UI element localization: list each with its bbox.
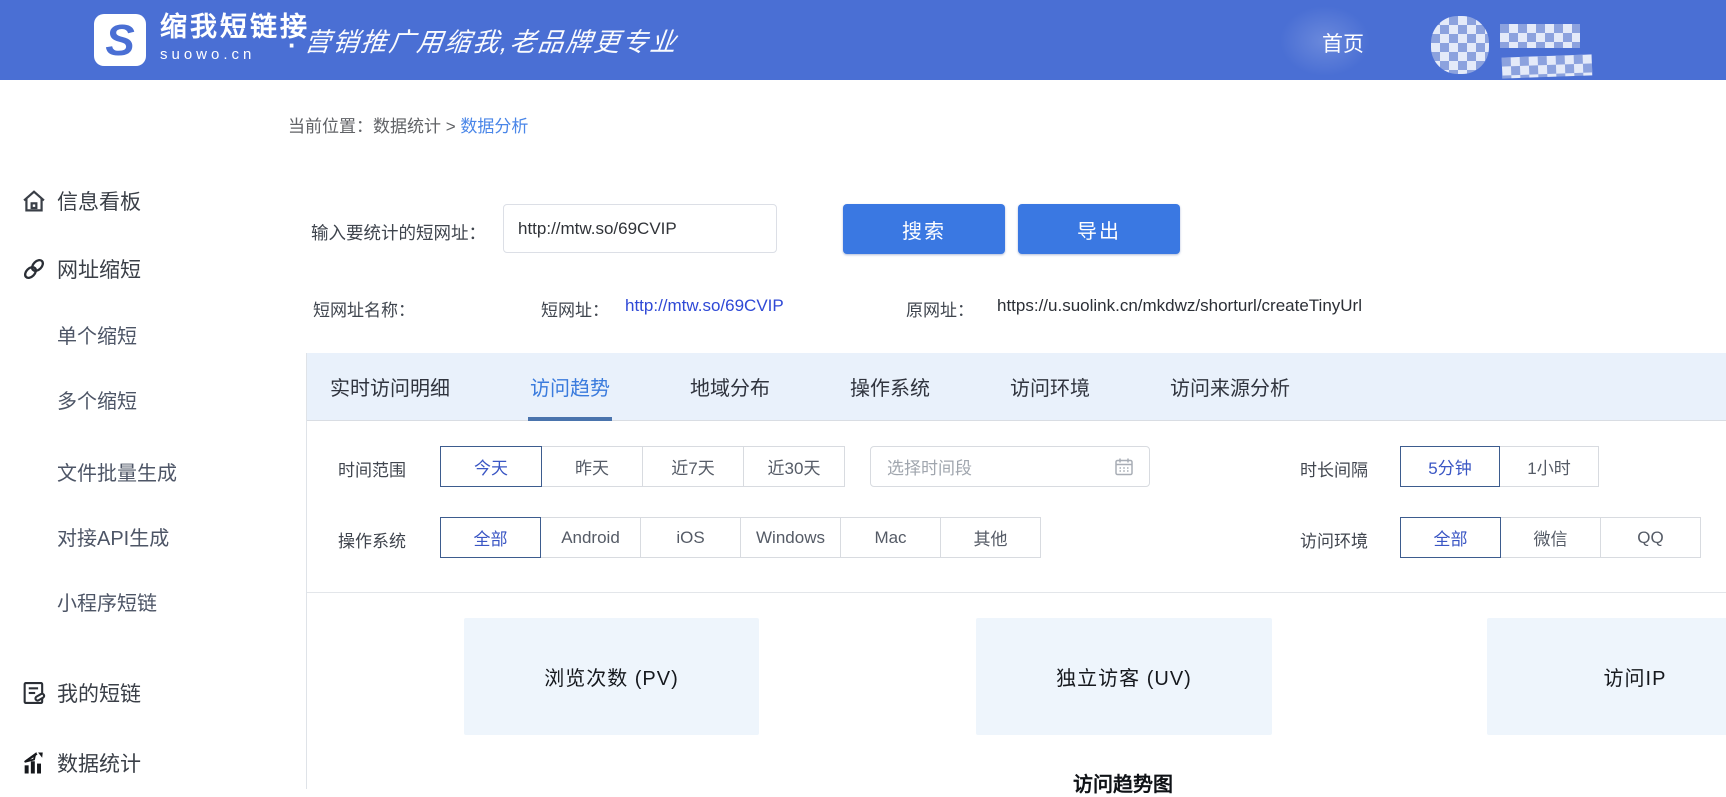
content-divider: [307, 592, 1726, 593]
calendar-icon: [1113, 456, 1135, 478]
breadcrumb: 当前位置：数据统计 > 数据分析: [288, 112, 528, 137]
interval-5min[interactable]: 5分钟: [1400, 446, 1500, 487]
env-wechat[interactable]: 微信: [1500, 517, 1601, 558]
date-range-picker[interactable]: 选择时间段: [870, 446, 1150, 487]
stat-card-uv-label: 独立访客 (UV): [1056, 662, 1192, 691]
user-name-redacted-line1: [1500, 24, 1580, 48]
user-name-redacted-line2: [1502, 54, 1593, 78]
short-url-input-label: 输入要统计的短网址：: [311, 220, 486, 245]
stat-card-uv: 独立访客 (UV): [976, 618, 1272, 735]
sidebar-item-label: 小程序短链: [57, 587, 157, 616]
sidebar-item-dashboard[interactable]: 信息看板: [0, 185, 287, 217]
sidebar-item-label: 对接API生成: [57, 522, 169, 551]
export-button[interactable]: 导出: [1018, 204, 1180, 254]
time-range-7days[interactable]: 近7天: [642, 446, 744, 487]
sidebar-item-label: 单个缩短: [57, 320, 137, 349]
link-icon: [19, 254, 49, 284]
stats-tabbar: 实时访问明细 访问趋势 地域分布 操作系统 访问环境 访问来源分析: [307, 353, 1726, 421]
breadcrumb-section[interactable]: 数据统计: [373, 117, 441, 136]
short-url-name-label: 短网址名称：: [313, 296, 415, 321]
tab-visit-trend[interactable]: 访问趋势: [530, 353, 610, 420]
svg-text:S: S: [105, 16, 134, 65]
time-range-yesterday[interactable]: 昨天: [541, 446, 643, 487]
sidebar-item-file-batch[interactable]: 文件批量生成: [0, 455, 287, 487]
short-url-value-link[interactable]: http://mtw.so/69CVIP: [625, 296, 784, 316]
interval-options: 5分钟 1小时: [1400, 446, 1599, 487]
os-filter-options: 全部 Android iOS Windows Mac 其他: [440, 517, 1041, 558]
search-button[interactable]: 搜索: [843, 204, 1005, 254]
sidebar-item-label: 信息看板: [57, 186, 141, 216]
time-range-options: 今天 昨天 近7天 近30天: [440, 446, 845, 487]
tab-region-distribution[interactable]: 地域分布: [690, 353, 770, 420]
breadcrumb-prefix: 当前位置：: [288, 117, 373, 136]
stat-card-pv: 浏览次数 (PV): [464, 618, 759, 735]
time-range-label: 时间范围: [338, 456, 406, 481]
date-range-placeholder: 选择时间段: [887, 454, 1113, 479]
env-filter-label: 访问环境: [1300, 527, 1368, 552]
nav-home-link[interactable]: 首页: [1322, 28, 1364, 58]
breadcrumb-separator: >: [446, 117, 456, 136]
tab-realtime-detail[interactable]: 实时访问明细: [330, 353, 450, 420]
sidebar-item-multi-shorten[interactable]: 多个缩短: [0, 383, 287, 415]
env-all[interactable]: 全部: [1400, 517, 1501, 558]
env-filter-options: 全部 微信 QQ: [1400, 517, 1701, 558]
user-avatar[interactable]: [1431, 16, 1489, 74]
env-qq[interactable]: QQ: [1600, 517, 1701, 558]
sidebar-item-miniprogram-link[interactable]: 小程序短链: [0, 585, 287, 617]
sidebar-item-my-links[interactable]: 我的短链: [0, 677, 287, 709]
os-ios[interactable]: iOS: [640, 517, 741, 558]
os-other[interactable]: 其他: [940, 517, 1041, 558]
trend-chart-title: 访问趋势图: [1023, 768, 1223, 797]
os-android[interactable]: Android: [540, 517, 641, 558]
short-url-label: 短网址：: [541, 296, 609, 321]
tab-operating-system[interactable]: 操作系统: [850, 353, 930, 420]
sidebar-item-label: 网址缩短: [57, 254, 141, 284]
sidebar-item-label: 多个缩短: [57, 385, 137, 414]
sidebar-item-label: 我的短链: [57, 678, 141, 708]
url-info-row: 短网址名称： 短网址： http://mtw.so/69CVIP 原网址： ht…: [0, 296, 1726, 318]
original-url-value: https://u.suolink.cn/mkdwz/shorturl/crea…: [997, 296, 1362, 316]
tab-visit-environment[interactable]: 访问环境: [1010, 353, 1090, 420]
os-all[interactable]: 全部: [440, 517, 541, 558]
logo-separator-dot: ·: [288, 30, 297, 61]
stat-card-ip-label: 访问IP: [1604, 662, 1667, 691]
stat-card-pv-label: 浏览次数 (PV): [544, 662, 679, 691]
sidebar-item-single-shorten[interactable]: 单个缩短: [0, 318, 287, 350]
os-filter-label: 操作系统: [338, 527, 406, 552]
app-header: S 缩我短链接 suowo.cn · 营销推广用缩我,老品牌更专业 首页: [0, 0, 1726, 80]
interval-1hour[interactable]: 1小时: [1499, 446, 1599, 487]
os-windows[interactable]: Windows: [740, 517, 841, 558]
stat-card-ip: 访问IP: [1487, 618, 1726, 735]
brand-tagline: 营销推广用缩我,老品牌更专业: [303, 22, 681, 59]
sidebar-item-url-shorten[interactable]: 网址缩短: [0, 253, 287, 285]
os-mac[interactable]: Mac: [840, 517, 941, 558]
interval-label: 时长间隔: [1300, 456, 1368, 481]
sidebar-item-label: 数据统计: [57, 748, 141, 778]
time-range-today[interactable]: 今天: [440, 446, 542, 487]
brand-logo-icon[interactable]: S: [94, 14, 146, 66]
original-url-label: 原网址：: [906, 296, 974, 321]
sidebar-item-label: 文件批量生成: [57, 457, 177, 486]
sidebar-item-data-stats[interactable]: 数据统计: [0, 747, 287, 779]
home-icon: [19, 186, 49, 216]
breadcrumb-current[interactable]: 数据分析: [460, 117, 528, 136]
bar-chart-icon: [19, 748, 49, 778]
tab-visit-source[interactable]: 访问来源分析: [1170, 353, 1290, 420]
short-url-input[interactable]: [503, 204, 777, 253]
time-range-30days[interactable]: 近30天: [743, 446, 845, 487]
sidebar-item-api-generate[interactable]: 对接API生成: [0, 520, 287, 552]
doc-edit-icon: [19, 678, 49, 708]
